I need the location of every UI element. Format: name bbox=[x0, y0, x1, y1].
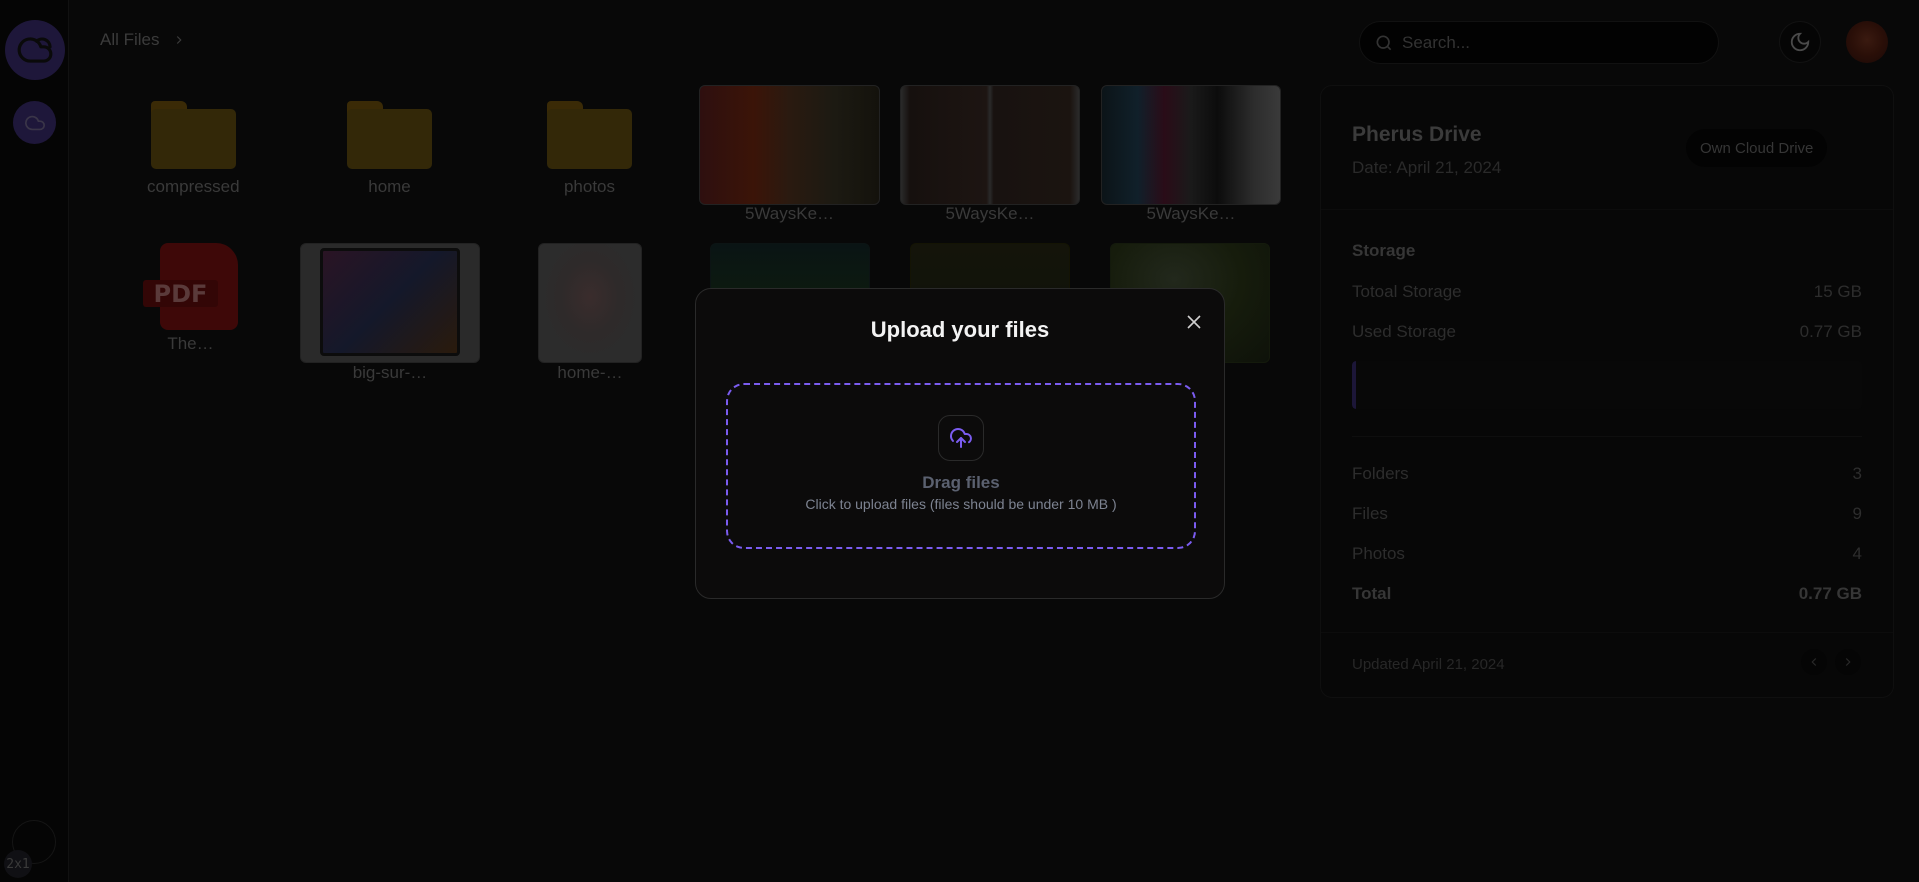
upload-icon-button bbox=[938, 415, 984, 461]
dropzone-title: Drag files bbox=[922, 473, 1000, 492]
file-dropzone[interactable]: Drag files Click to upload files (files … bbox=[726, 383, 1196, 549]
close-icon bbox=[1187, 315, 1201, 329]
upload-modal: Upload your files Drag files Click to up… bbox=[695, 288, 1225, 599]
dropzone-subtitle: Click to upload files (files should be u… bbox=[805, 496, 1117, 512]
app-root: 2x1 All Files compressed home photos 5Wa… bbox=[0, 0, 1919, 882]
close-button[interactable] bbox=[1183, 311, 1205, 333]
modal-title: Upload your files bbox=[870, 317, 1050, 342]
cloud-upload-icon bbox=[950, 428, 972, 448]
